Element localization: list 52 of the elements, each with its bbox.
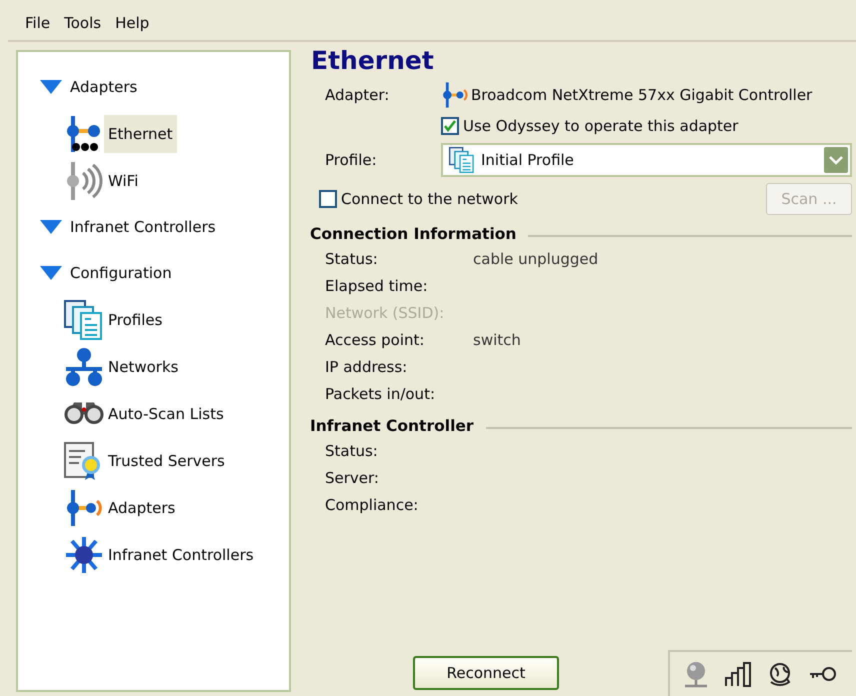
checkbox-label[interactable]: Connect to the network (341, 190, 518, 208)
info-label: Status: (325, 442, 378, 460)
menu-item[interactable]: Help (110, 12, 154, 34)
info-value: cable unplugged (473, 250, 598, 268)
page-title: Ethernet (311, 46, 435, 75)
menu-item[interactable]: Tools (59, 12, 106, 34)
chevron-down-icon (829, 155, 843, 165)
tree-item[interactable]: Infranet Controllers (104, 536, 258, 574)
tree-item[interactable]: Trusted Servers (104, 442, 229, 480)
binoculars-icon (64, 401, 104, 426)
tree-item[interactable]: Auto-Scan Lists (104, 394, 228, 432)
reconnect-button[interactable]: Reconnect (413, 656, 559, 690)
info-label: Server: (325, 468, 379, 486)
section-heading: Connection Information (310, 225, 516, 243)
tree-item[interactable]: Ethernet (104, 114, 177, 152)
info-label: Elapsed time: (325, 276, 428, 294)
info-label: IP address: (325, 358, 408, 376)
expand-triangle-icon[interactable] (40, 80, 62, 94)
expand-triangle-icon[interactable] (40, 220, 62, 234)
star-node-icon (64, 534, 104, 574)
tree-item[interactable]: Adapters (104, 488, 180, 526)
info-label: Network (SSID): (325, 304, 444, 322)
signal-bars-icon[interactable] (724, 660, 752, 688)
checkbox[interactable] (441, 117, 459, 135)
tree-item[interactable]: WiFi (104, 162, 142, 200)
info-label: Status: (325, 250, 378, 268)
check-icon (444, 120, 456, 132)
adapter-icon (64, 488, 104, 528)
info-value: switch (473, 330, 521, 348)
checkbox[interactable] (319, 190, 337, 208)
section-heading: Infranet Controller (310, 417, 474, 435)
documents-icon (449, 147, 475, 173)
tree-group-label[interactable]: Infranet Controllers (70, 218, 216, 236)
info-label: Access point: (325, 330, 424, 348)
tree-group-label[interactable]: Configuration (70, 264, 172, 282)
info-label: Packets in/out: (325, 384, 436, 402)
expand-triangle-icon[interactable] (40, 266, 62, 280)
adapter-name: Broadcom NetXtreme 57xx Gigabit Controller (471, 86, 812, 104)
field-label: Adapter: (325, 86, 390, 104)
field-label: Profile: (325, 151, 378, 169)
wireless-icon (64, 160, 104, 200)
globe-icon[interactable] (682, 660, 710, 688)
tree-item[interactable]: Profiles (104, 300, 166, 338)
profile-dropdown[interactable]: Initial Profile (441, 143, 852, 177)
info-label: Compliance: (325, 496, 418, 514)
checkbox-label[interactable]: Use Odyssey to operate this adapter (463, 117, 738, 135)
network-icon (64, 346, 104, 386)
menu-item[interactable]: File (20, 12, 56, 34)
adapter-icon (441, 81, 469, 109)
documents-icon (64, 300, 104, 340)
tree-item[interactable]: Networks (104, 348, 182, 386)
tree-group-label[interactable]: Adapters (70, 78, 138, 96)
